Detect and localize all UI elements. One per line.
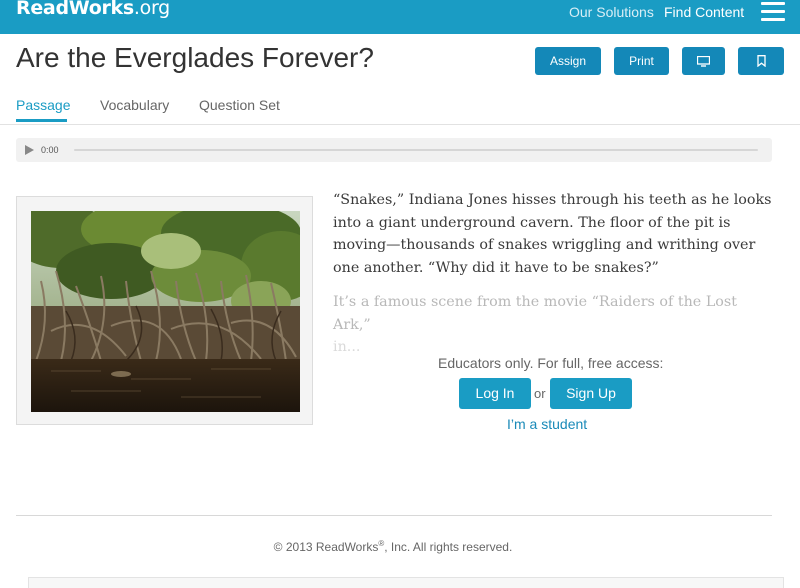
- logo-suffix: .org: [133, 0, 170, 19]
- educators-only-note: Educators only. For full, free access:: [438, 355, 664, 371]
- bottom-bar: [28, 577, 784, 588]
- print-button[interactable]: Print: [614, 47, 669, 75]
- footer-divider: [16, 515, 772, 516]
- active-tab-indicator: [16, 119, 67, 122]
- passage-paragraph-faded: It’s a famous scene from the movie “Raid…: [333, 294, 737, 355]
- present-button[interactable]: [682, 47, 725, 75]
- bookmark-icon: [756, 55, 766, 68]
- nav-our-solutions[interactable]: Our Solutions: [569, 4, 654, 20]
- passage-paragraph: “Snakes,” Indiana Jones hisses through h…: [333, 192, 772, 276]
- audio-progress-track[interactable]: [74, 149, 758, 151]
- tab-passage[interactable]: Passage: [16, 97, 70, 113]
- passage-image-frame: [16, 196, 313, 425]
- nav-find-content[interactable]: Find Content: [664, 4, 744, 20]
- logo-text: ReadWorks: [16, 0, 134, 19]
- tabs-divider: [0, 124, 800, 125]
- log-in-button[interactable]: Log In: [459, 378, 531, 409]
- presentation-monitor-icon: [696, 55, 711, 67]
- im-a-student-link[interactable]: I’m a student: [507, 416, 587, 432]
- audio-player: 0:00: [16, 138, 772, 162]
- audio-time: 0:00: [41, 145, 59, 155]
- or-separator: or: [534, 386, 546, 401]
- tab-question-set[interactable]: Question Set: [199, 97, 280, 113]
- bookmark-button[interactable]: [738, 47, 784, 75]
- readworks-logo[interactable]: ReadWorks.org: [16, 0, 170, 19]
- tab-vocabulary[interactable]: Vocabulary: [100, 97, 169, 113]
- mangrove-photo: [31, 211, 300, 412]
- play-icon[interactable]: [25, 145, 34, 155]
- page-title: Are the Everglades Forever?: [16, 42, 374, 73]
- copyright-text: © 2013 ReadWorks®, Inc. All rights reser…: [273, 539, 513, 554]
- passage-text: “Snakes,” Indiana Jones hisses through h…: [333, 189, 773, 359]
- hamburger-menu-icon[interactable]: [761, 2, 785, 22]
- sign-up-button[interactable]: Sign Up: [550, 378, 632, 409]
- assign-button[interactable]: Assign: [535, 47, 601, 75]
- top-navbar: ReadWorks.org Our Solutions Find Content: [0, 0, 800, 34]
